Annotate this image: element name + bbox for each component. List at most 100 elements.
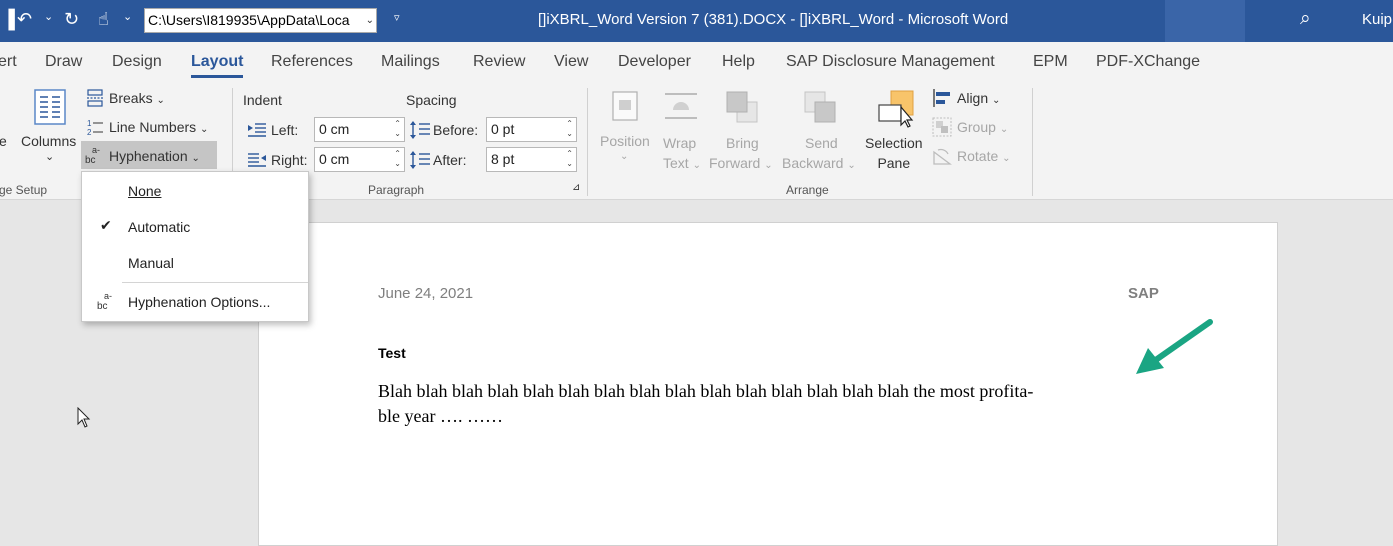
selection-pane-button[interactable]: Selection Pane — [865, 133, 923, 173]
tab-sap-disclosure[interactable]: SAP Disclosure Management — [786, 53, 995, 71]
file-path-box[interactable]: C:\Users\I819935\AppData\Loca ⌄ — [144, 8, 377, 33]
line-numbers-icon: 1 2 — [87, 119, 103, 136]
group-separator — [1032, 88, 1033, 196]
breaks-label: Breaks — [109, 90, 153, 106]
annotation-arrow-icon — [1136, 319, 1213, 374]
ribbon-tabs: ert Draw Design Layout References Mailin… — [0, 42, 1393, 82]
hyphenation-menu: None ✔ Automatic Manual a- bc Hyphenatio… — [81, 171, 309, 322]
spacing-after-label: After: — [433, 152, 467, 168]
indent-right-input[interactable]: 0 cm ⌃ ⌄ — [314, 147, 405, 172]
line-numbers-button[interactable]: Line Numbers ⌄ — [109, 119, 208, 135]
indent-left-input[interactable]: 0 cm ⌃ ⌄ — [314, 117, 405, 142]
arrange-group-label: Arrange — [786, 183, 829, 197]
tab-view[interactable]: View — [554, 53, 588, 71]
save-partial-icon[interactable]: ▐ — [2, 8, 15, 30]
columns-icon — [34, 89, 66, 125]
chevron-down-icon: ⌄ — [200, 124, 209, 135]
tab-mailings[interactable]: Mailings — [381, 53, 440, 71]
spacing-before-icon — [410, 121, 430, 139]
spacing-before-input[interactable]: 0 pt ⌃ ⌄ — [486, 117, 577, 142]
menu-item-manual[interactable]: Manual — [128, 255, 174, 271]
hyphenation-options-icon: a- bc — [97, 291, 112, 312]
search-icon[interactable]: ⌕ — [1300, 8, 1311, 30]
menu-item-none[interactable]: None — [128, 183, 161, 199]
touch-mode-icon[interactable]: ☝ — [98, 8, 109, 30]
align-label: Align — [957, 90, 989, 106]
bring-forward-label-1: Bring — [726, 135, 759, 151]
spacing-after-icon — [410, 151, 430, 169]
indent-right-value: 0 cm — [319, 151, 350, 167]
group-label: Group — [957, 119, 996, 135]
wrap-text-label-2: Text — [663, 155, 689, 171]
chevron-down-icon: ⌄ — [1002, 153, 1011, 164]
spacing-before-value: 0 pt — [491, 121, 515, 137]
header-date: June 24, 2021 — [378, 285, 474, 302]
tab-references[interactable]: References — [271, 53, 353, 71]
send-backward-label-2: Backward — [782, 155, 844, 171]
body-text-line-2: ble year …. …… — [378, 406, 503, 426]
checkmark-icon: ✔ — [100, 217, 112, 233]
menu-item-hyphenation-options-label: Hyphenation Options... — [128, 294, 271, 310]
menu-item-automatic[interactable]: Automatic — [128, 219, 190, 235]
header-company: SAP — [1128, 285, 1159, 302]
spacing-after-value: 8 pt — [491, 151, 515, 167]
align-icon — [933, 89, 950, 107]
wrap-text-label-1: Wrap — [663, 135, 697, 151]
document-heading: Test — [378, 345, 406, 361]
dialog-launcher-icon[interactable]: ⊿ — [572, 182, 580, 193]
body-text-line-1: Blah blah blah blah blah blah blah blah … — [378, 381, 1034, 401]
send-backward-label-1: Send — [805, 135, 838, 151]
columns-button[interactable]: Columns — [21, 133, 76, 149]
user-name[interactable]: Kuip — [1362, 11, 1392, 28]
spin-arrows-icon[interactable]: ⌃ ⌄ — [394, 119, 401, 139]
svg-text:bc: bc — [85, 155, 96, 165]
group-button[interactable]: Group ⌄ — [957, 119, 1008, 135]
spin-arrows-icon[interactable]: ⌃ ⌄ — [566, 149, 573, 169]
undo-icon[interactable]: ↶ — [17, 8, 32, 30]
spin-arrows-icon[interactable]: ⌃ ⌄ — [394, 149, 401, 169]
tab-pdf-xchange[interactable]: PDF-XChange — [1096, 53, 1200, 71]
tab-developer[interactable]: Developer — [618, 53, 691, 71]
wrap-text-button[interactable]: Wrap Text ⌄ — [663, 133, 701, 176]
svg-text:a-: a- — [92, 145, 100, 155]
touch-dropdown-icon[interactable]: ⌄ — [123, 10, 132, 23]
menu-item-manual-label: Manual — [128, 255, 174, 271]
rotate-button[interactable]: Rotate ⌄ — [957, 148, 1011, 164]
svg-text:1: 1 — [87, 119, 92, 128]
menu-item-automatic-label: Automatic — [128, 219, 191, 235]
redo-icon[interactable]: ↻ — [64, 8, 79, 30]
send-backward-button[interactable]: Send Backward ⌄ — [782, 133, 856, 176]
rotate-label: Rotate — [957, 148, 999, 164]
position-button[interactable]: Position — [600, 133, 650, 149]
undo-dropdown-icon[interactable]: ⌄ — [44, 10, 53, 23]
bring-forward-icon — [726, 91, 758, 123]
breaks-button[interactable]: Breaks ⌄ — [109, 90, 165, 106]
svg-text:a-: a- — [104, 291, 112, 301]
menu-item-hyphenation-options[interactable]: Hyphenation Options... — [128, 294, 270, 310]
bring-forward-button[interactable]: Bring Forward ⌄ — [709, 133, 773, 176]
tab-draw[interactable]: Draw — [45, 53, 82, 71]
tab-review[interactable]: Review — [473, 53, 525, 71]
margins-partial-button[interactable]: e — [0, 133, 7, 149]
hyphenation-button[interactable]: Hyphenation ⌄ — [109, 148, 200, 164]
align-button[interactable]: Align ⌄ — [957, 90, 1000, 106]
group-icon — [932, 117, 952, 137]
tab-design[interactable]: Design — [112, 53, 162, 71]
bring-forward-label-2: Forward — [709, 155, 761, 171]
tab-insert[interactable]: ert — [0, 53, 17, 71]
chevron-down-icon: ⌄ — [156, 95, 165, 106]
spin-arrows-icon[interactable]: ⌃ ⌄ — [566, 119, 573, 139]
chevron-down-icon: ⌄ — [992, 95, 1001, 106]
tab-layout[interactable]: Layout — [191, 53, 244, 78]
chevron-down-icon: ⌄ — [692, 160, 701, 171]
tab-epm[interactable]: EPM — [1033, 53, 1068, 71]
columns-chevron-icon[interactable]: ⌄ — [45, 150, 54, 163]
spacing-after-input[interactable]: 8 pt ⌃ ⌄ — [486, 147, 577, 172]
customize-toolbar-icon[interactable]: ▿ — [394, 11, 400, 24]
tab-help[interactable]: Help — [722, 53, 755, 71]
chevron-down-icon: ⌄ — [764, 160, 773, 171]
line-numbers-label: Line Numbers — [109, 119, 197, 135]
chevron-down-icon[interactable]: ⌄ — [366, 9, 374, 32]
breaks-icon — [87, 89, 103, 107]
paragraph-group-label: Paragraph — [368, 183, 425, 197]
